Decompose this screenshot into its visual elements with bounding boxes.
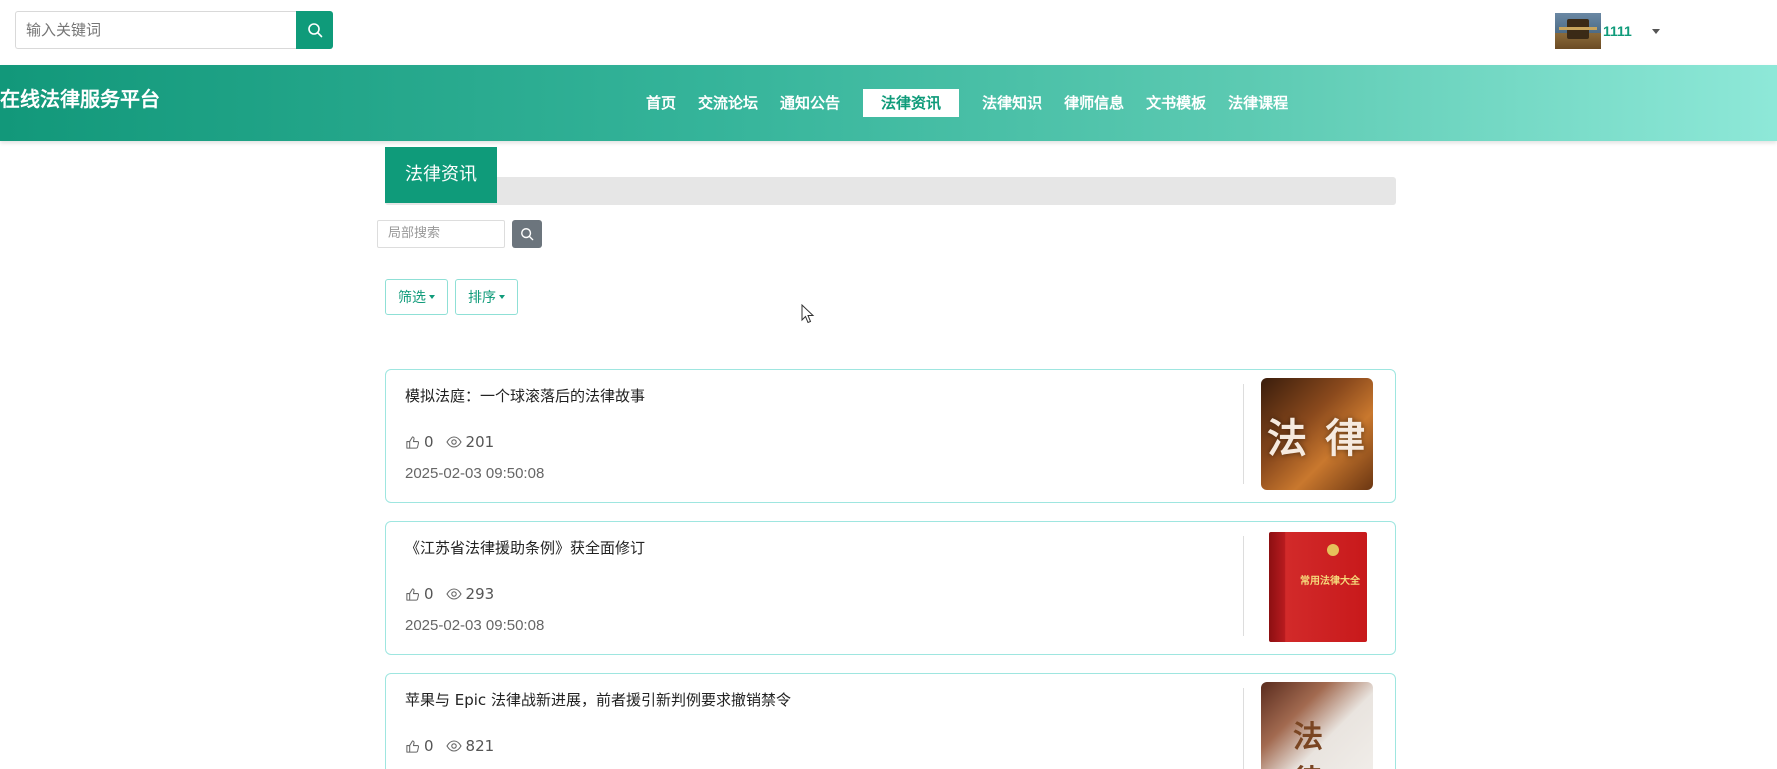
section-header-bar	[385, 177, 1396, 205]
article-thumbnail[interactable]: 法 律	[1261, 378, 1373, 490]
article-stats: 0 201	[405, 433, 506, 451]
thumbnail-text: 法 律	[1267, 415, 1367, 462]
like-stat[interactable]: 0	[405, 433, 434, 451]
view-stat: 293	[445, 585, 495, 603]
filter-dropdown-button[interactable]: 筛选	[385, 279, 448, 315]
nav-item-forum[interactable]: 交流论坛	[698, 89, 758, 117]
chevron-down-icon[interactable]	[1651, 28, 1660, 34]
article-date: 2025-02-03 09:50:08	[405, 465, 545, 482]
nav-item-legal-knowledge[interactable]: 法律知识	[982, 89, 1042, 117]
thumbs-up-icon	[406, 587, 420, 601]
card-divider	[1243, 688, 1244, 769]
nav-item-home[interactable]: 首页	[646, 89, 676, 117]
mouse-cursor-icon	[801, 304, 815, 324]
chevron-down-icon	[429, 295, 435, 299]
article-thumbnail[interactable]: 常用法律大全	[1261, 530, 1373, 642]
thumbnail-text: 常用法律大全	[1300, 576, 1360, 587]
nav-item-templates[interactable]: 文书模板	[1146, 89, 1206, 117]
like-count: 0	[424, 433, 434, 451]
article-thumbnail[interactable]: 法 律	[1261, 682, 1373, 769]
eye-icon	[445, 436, 462, 448]
nav-item-lawyers[interactable]: 律师信息	[1064, 89, 1124, 117]
view-stat: 821	[445, 737, 495, 755]
sort-label: 排序	[468, 290, 496, 306]
nav-item-legal-news[interactable]: 法律资讯	[863, 89, 960, 117]
search-icon	[307, 23, 322, 38]
article-stats: 0 821	[405, 737, 506, 755]
like-stat[interactable]: 0	[405, 585, 434, 603]
book-cover-image: 常用法律大全	[1269, 532, 1367, 642]
view-count: 821	[465, 737, 495, 755]
article-title[interactable]: 苹果与 Epic 法律战新进展，前者援引新判例要求撤销禁令	[405, 689, 791, 710]
emblem-icon	[1327, 544, 1339, 556]
global-search-button[interactable]	[296, 11, 333, 49]
nav-item-notices[interactable]: 通知公告	[780, 89, 840, 117]
card-divider	[1243, 536, 1244, 636]
like-stat[interactable]: 0	[405, 737, 434, 755]
user-name[interactable]: 1111	[1603, 23, 1632, 39]
thumbs-up-icon	[406, 435, 420, 449]
thumbs-up-icon	[406, 739, 420, 753]
nav-item-courses[interactable]: 法律课程	[1228, 89, 1288, 117]
search-icon	[521, 228, 534, 241]
view-count: 293	[465, 585, 495, 603]
thumbnail-text: 法 律	[1293, 720, 1327, 769]
nav-menu: 首页 交流论坛 通知公告 法律资讯 法律知识 律师信息 文书模板 法律课程	[635, 89, 1299, 117]
global-search-input[interactable]	[15, 11, 297, 49]
article-card[interactable]: 《江苏省法律援助条例》获全面修订 0 293 2025-02-03 09:50:…	[385, 521, 1396, 655]
eye-icon	[445, 588, 462, 600]
like-count: 0	[424, 737, 434, 755]
view-stat: 201	[445, 433, 495, 451]
article-title[interactable]: 模拟法庭：一个球滚落后的法律故事	[405, 385, 645, 406]
article-title[interactable]: 《江苏省法律援助条例》获全面修订	[405, 537, 645, 558]
chevron-down-icon	[499, 295, 505, 299]
article-card[interactable]: 苹果与 Epic 法律战新进展，前者援引新判例要求撤销禁令 0 821 法 律	[385, 673, 1396, 769]
main-navbar: 在线法律服务平台 首页 交流论坛 通知公告 法律资讯 法律知识 律师信息 文书模…	[0, 65, 1777, 141]
article-date: 2025-02-03 09:50:08	[405, 617, 545, 634]
like-count: 0	[424, 585, 434, 603]
top-bar: 1111	[0, 0, 1777, 65]
section-title: 法律资讯	[385, 147, 497, 203]
local-search-button[interactable]	[512, 220, 542, 248]
brand-title: 在线法律服务平台	[0, 87, 160, 111]
filter-label: 筛选	[398, 290, 426, 306]
local-search-input[interactable]: 局部搜索	[377, 220, 505, 248]
article-stats: 0 293	[405, 585, 506, 603]
user-menu[interactable]: 1111	[1555, 13, 1660, 49]
sort-dropdown-button[interactable]: 排序	[455, 279, 518, 315]
article-card[interactable]: 模拟法庭：一个球滚落后的法律故事 0 201 2025-02-03 09:50:…	[385, 369, 1396, 503]
section-header: 法律资讯	[385, 147, 1396, 205]
page: 1111 在线法律服务平台 首页 交流论坛 通知公告 法律资讯 法律知识 律师信…	[0, 0, 1777, 769]
avatar[interactable]	[1555, 13, 1601, 49]
view-count: 201	[465, 433, 495, 451]
card-divider	[1243, 384, 1244, 484]
eye-icon	[445, 740, 462, 752]
